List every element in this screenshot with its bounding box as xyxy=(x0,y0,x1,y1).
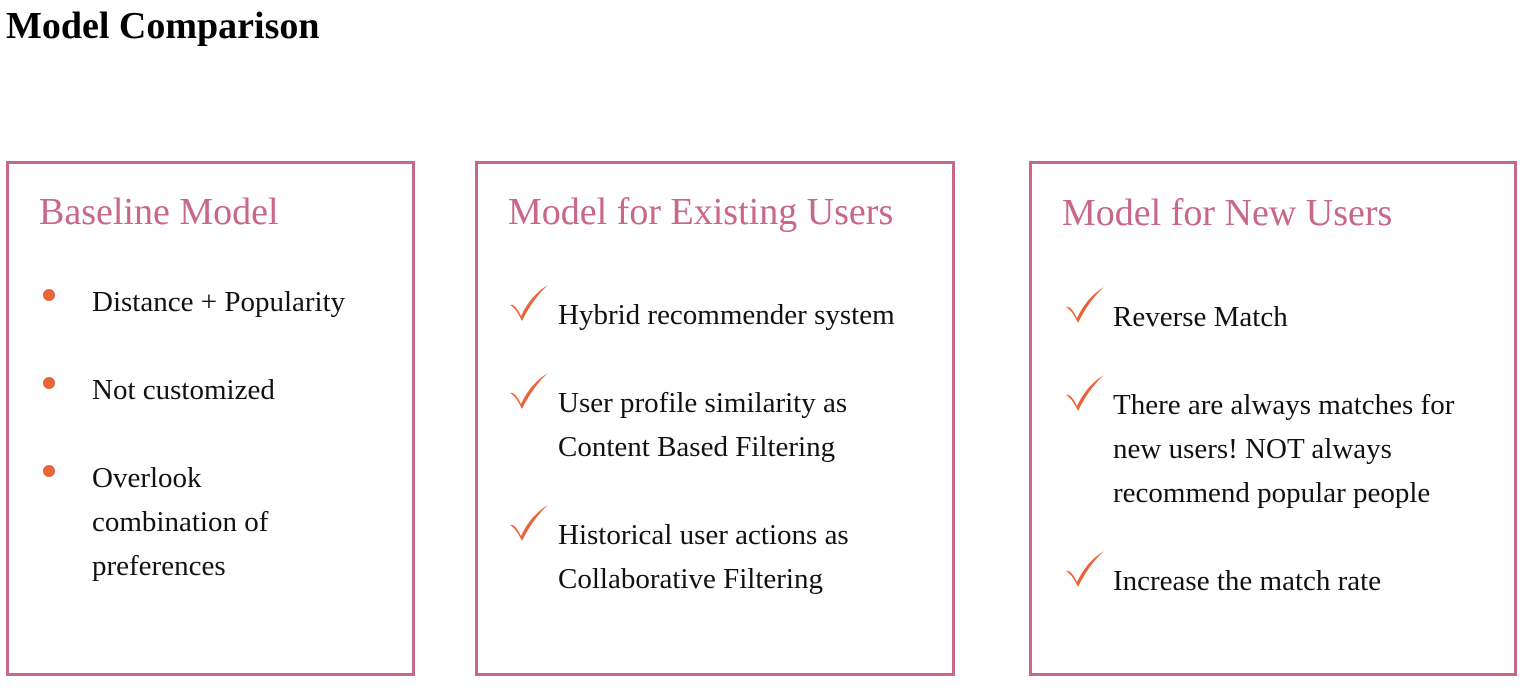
panel-existing-users: Model for Existing Users Hybrid recommen… xyxy=(475,161,955,676)
panel-baseline-model: Baseline Model Distance + Popularity Not… xyxy=(6,161,415,676)
checkmark-icon xyxy=(1064,373,1106,413)
item-text: Not customized xyxy=(92,374,275,406)
item-text: Hybrid recommender system xyxy=(558,299,895,331)
panel-title: Model for New Users xyxy=(1062,192,1393,234)
panel-title: Baseline Model xyxy=(39,191,279,233)
checkmark-icon xyxy=(508,371,550,411)
bullet-dot-icon xyxy=(43,377,55,389)
item-text: Increase the match rate xyxy=(1113,565,1382,597)
item-text: Reverse Match xyxy=(1113,301,1288,333)
panel-new-users: Model for New Users Reverse Match There … xyxy=(1029,161,1517,676)
checkmark-icon xyxy=(508,503,550,543)
panel-title: Model for Existing Users xyxy=(508,191,894,233)
item-text: User profile similarity as Content Based… xyxy=(558,387,848,463)
item-text: Distance + Popularity xyxy=(92,286,346,318)
bullet-dot-icon xyxy=(43,465,55,477)
item-text: Historical user actions as Collaborative… xyxy=(558,519,849,595)
page-title: Model Comparison xyxy=(6,5,320,47)
item-text: There are always matches for new users! … xyxy=(1113,389,1455,509)
item-text: Overlook combination of preferences xyxy=(92,462,269,582)
bullet-dot-icon xyxy=(43,289,55,301)
checkmark-icon xyxy=(1064,549,1106,589)
checkmark-icon xyxy=(1064,285,1106,325)
checkmark-icon xyxy=(508,283,550,323)
